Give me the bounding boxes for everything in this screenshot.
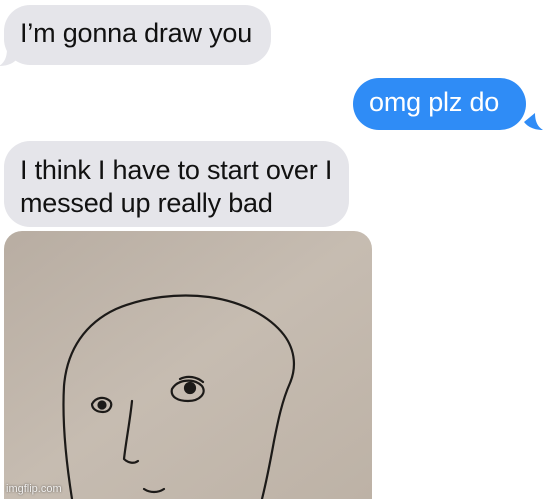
face-sketch-image (4, 231, 372, 499)
incoming-message-bubble[interactable]: I think I have to start over I messed up… (4, 141, 349, 227)
watermark-text: imgflip.com (6, 483, 62, 495)
message-thread: I’m gonna draw you omg plz do I think I … (0, 0, 544, 499)
message-text: I’m gonna draw you (20, 18, 253, 48)
incoming-message-bubble[interactable]: I’m gonna draw you (4, 5, 271, 65)
outgoing-message-bubble[interactable]: omg plz do (353, 78, 526, 130)
message-text-line-2: messed up really bad (20, 188, 273, 218)
outgoing-bubble-tail (524, 113, 543, 130)
message-text: omg plz do (369, 87, 500, 117)
message-text-line-1: I think I have to start over I (20, 155, 333, 185)
photo-attachment[interactable]: imgflip.com (4, 231, 372, 499)
incoming-bubble-tail (0, 49, 18, 66)
paper-background (4, 231, 372, 499)
